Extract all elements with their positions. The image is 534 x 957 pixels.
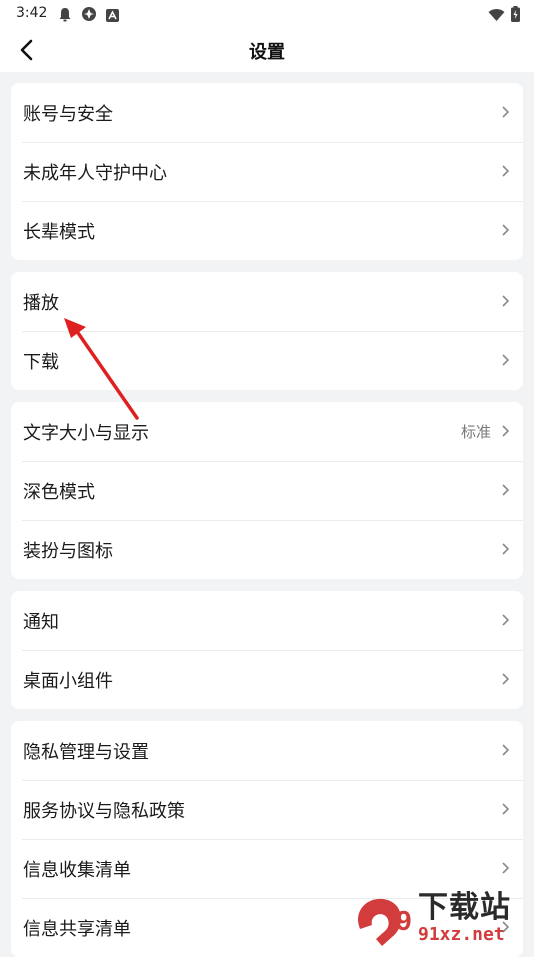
status-bar: 3:42 [0, 0, 534, 28]
settings-item-service-agreement[interactable]: 服务协议与隐私政策 [11, 780, 523, 839]
settings-group-account: 账号与安全 未成年人守护中心 长辈模式 [11, 83, 523, 260]
watermark: 9 下载站 91xz.net [352, 890, 530, 948]
settings-group-display: 文字大小与显示 标准 深色模式 装扮与图标 [11, 402, 523, 579]
chevron-right-icon [502, 862, 510, 874]
chevron-right-icon [502, 295, 510, 307]
item-label: 文字大小与显示 [23, 422, 149, 444]
settings-group-playback: 播放 下载 [11, 272, 523, 390]
settings-item-account-security[interactable]: 账号与安全 [11, 83, 523, 142]
chevron-right-icon [502, 614, 510, 626]
watermark-url: 91xz.net [418, 924, 505, 945]
settings-item-minor-protection[interactable]: 未成年人守护中心 [11, 142, 523, 201]
settings-item-dark-mode[interactable]: 深色模式 [11, 461, 523, 520]
item-label: 账号与安全 [23, 103, 113, 125]
item-label: 下载 [23, 351, 59, 373]
watermark-logo-icon: 9 [358, 898, 412, 946]
settings-item-desktop-widgets[interactable]: 桌面小组件 [11, 650, 523, 709]
notification-bell-icon [58, 7, 72, 26]
watermark-title: 下载站 [418, 890, 511, 925]
settings-item-text-size-display[interactable]: 文字大小与显示 标准 [11, 402, 523, 461]
item-label: 长辈模式 [23, 221, 95, 243]
item-value: 标准 [460, 423, 491, 441]
watermark-logo-text: 9 [396, 905, 412, 936]
item-label: 通知 [23, 611, 59, 633]
chevron-right-icon [502, 543, 510, 555]
header: 设置 [0, 28, 534, 72]
chevron-right-icon [502, 224, 510, 236]
chevron-right-icon [502, 673, 510, 685]
settings-group-notifications: 通知 桌面小组件 [11, 591, 523, 709]
item-label: 信息收集清单 [23, 859, 131, 881]
chevron-right-icon [502, 744, 510, 756]
item-label: 未成年人守护中心 [23, 162, 167, 184]
item-label: 隐私管理与设置 [23, 741, 149, 763]
item-label: 桌面小组件 [23, 670, 113, 692]
settings-item-elder-mode[interactable]: 长辈模式 [11, 201, 523, 260]
app-swirl-icon [81, 6, 97, 26]
item-label: 服务协议与隐私政策 [23, 800, 185, 822]
chevron-right-icon [502, 484, 510, 496]
item-label: 深色模式 [23, 481, 95, 503]
settings-item-notifications[interactable]: 通知 [11, 591, 523, 650]
settings-item-privacy-management[interactable]: 隐私管理与设置 [11, 721, 523, 780]
chevron-right-icon [502, 165, 510, 177]
settings-item-playback[interactable]: 播放 [11, 272, 523, 331]
chevron-right-icon [502, 106, 510, 118]
chevron-right-icon [502, 803, 510, 815]
page-title: 设置 [249, 42, 285, 63]
status-time: 3:42 [16, 5, 48, 21]
app-a-icon [106, 7, 119, 26]
chevron-right-icon [502, 354, 510, 366]
item-label: 信息共享清单 [23, 918, 131, 940]
settings-item-theme-icons[interactable]: 装扮与图标 [11, 520, 523, 579]
battery-charging-icon [511, 6, 520, 26]
chevron-right-icon [502, 425, 510, 437]
wifi-icon [488, 7, 505, 26]
item-label: 播放 [23, 292, 59, 314]
settings-item-download[interactable]: 下载 [11, 331, 523, 390]
item-label: 装扮与图标 [23, 540, 113, 562]
